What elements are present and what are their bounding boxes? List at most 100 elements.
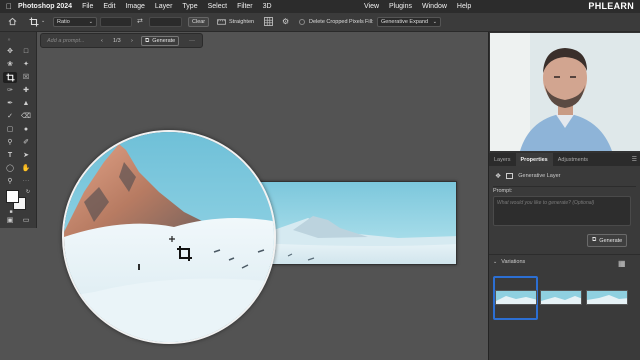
chevron-left-icon[interactable]: ‹ [101, 38, 103, 44]
generate-label: Generate [152, 38, 176, 44]
chevron-right-icon[interactable]: › [131, 38, 133, 44]
more-tools-icon[interactable]: ⋯ [19, 176, 33, 187]
eyedropper-icon[interactable]: ✑ [3, 85, 17, 96]
swap-colors-icon[interactable]: ↻ [21, 187, 35, 198]
delete-cropped-option: Delete Cropped Pixels [309, 17, 364, 27]
variations-label: Variations [501, 259, 526, 265]
generate-label: Generate [599, 237, 623, 244]
width-input[interactable] [100, 17, 132, 27]
menu-3d[interactable]: 3D [263, 3, 272, 10]
grid-view-icon[interactable]: ▦ [618, 259, 626, 268]
stamp-tool-icon[interactable]: ▲ [19, 98, 33, 109]
magnified-mountain-image [64, 132, 274, 342]
prompt-label: Prompt: [493, 188, 513, 194]
type-tool-icon[interactable]: T [3, 150, 17, 161]
tab-adjustments-label: Adjustments [557, 156, 588, 163]
fill-label-wrap: Fill: [365, 17, 374, 27]
home-icon[interactable] [8, 17, 17, 26]
variation-image [541, 291, 581, 304]
variation-thumbnail-2[interactable] [540, 290, 582, 305]
tab-layers[interactable]: Layers [489, 153, 516, 166]
prompt-textarea[interactable]: What would you like to generate? (Option… [493, 196, 631, 226]
ellipse-tool-icon[interactable]: ◯ [3, 163, 17, 174]
fill-select[interactable]: Generative Expand ⌄ [377, 17, 441, 27]
instructor-image [490, 33, 640, 151]
apple-icon[interactable]:  [0, 2, 18, 11]
crop-tool-icon[interactable] [3, 72, 17, 83]
menu-type[interactable]: Type [182, 3, 197, 10]
height-input[interactable] [149, 17, 182, 27]
history-brush-icon[interactable]: ✓ [3, 111, 17, 122]
prompt-label-row: Prompt: [493, 188, 512, 194]
grid-overlay-icon[interactable] [264, 17, 273, 26]
contextual-task-bar: Add a prompt... ‹ 1/3 › ⧉ Generate ··· [40, 33, 203, 48]
dodge-tool-icon[interactable]: ⚲ [3, 137, 17, 148]
ratio-label: Ratio [57, 19, 70, 25]
delete-cropped-checkbox[interactable] [299, 19, 305, 25]
variations-header[interactable]: ⌄ Variations [493, 259, 525, 265]
layer-type-label: Generative Layer [518, 173, 561, 179]
fill-label: Fill: [365, 19, 374, 25]
path-select-icon[interactable]: ➤ [19, 150, 33, 161]
variation-counter: 1/3 [113, 37, 121, 44]
clear-label: Clear [192, 19, 206, 25]
zoom-tool-icon[interactable]: ⚲ [3, 176, 17, 187]
healing-brush-icon[interactable]: ✚ [19, 85, 33, 96]
pen-tool-icon[interactable]: ✐ [19, 137, 33, 148]
variation-thumbnail-3[interactable] [586, 290, 628, 305]
panel-menu-icon[interactable]: ☰ [632, 156, 637, 163]
hand-tool-icon[interactable]: ✋ [19, 163, 33, 174]
brush-tool-icon[interactable]: ✒ [3, 98, 17, 109]
straighten-icon[interactable] [217, 18, 226, 26]
tab-properties[interactable]: Properties [515, 153, 553, 166]
artboard-tool-icon[interactable]: □ [19, 46, 33, 57]
menu-view[interactable]: View [364, 3, 379, 10]
menu-file[interactable]: File [82, 3, 93, 10]
gear-icon[interactable]: ⚙ [282, 17, 289, 26]
instructor-video [490, 33, 640, 151]
straighten-button[interactable]: Straighten [229, 17, 254, 27]
more-options-icon[interactable]: ··· [189, 38, 195, 44]
eraser-tool-icon[interactable]: ⌫ [19, 111, 33, 122]
generate-icon: ⧉ [145, 37, 150, 44]
swap-icon[interactable]: ⇄ [137, 17, 143, 25]
brand-logo: PHLEARN [588, 1, 634, 11]
frame-tool-icon[interactable]: ☒ [19, 72, 33, 83]
move-tool-icon[interactable]: ✥ [3, 46, 17, 57]
zoom-magnifier [62, 130, 276, 344]
tab-adjustments[interactable]: Adjustments [553, 153, 593, 166]
screen-mode-icon[interactable]: ▭ [19, 215, 33, 226]
blur-tool-icon[interactable]: ● [19, 124, 33, 135]
prompt-input[interactable]: Add a prompt... [47, 38, 85, 44]
menu-help[interactable]: Help [457, 3, 471, 10]
lasso-tool-icon[interactable]: ❀ [3, 59, 17, 70]
generative-layer-icon: ❖ [495, 173, 502, 180]
chevron-down-icon: ⌄ [432, 19, 437, 25]
tab-layers-label: Layers [494, 156, 511, 163]
variation-thumbnail-1[interactable] [495, 290, 537, 305]
ratio-select[interactable]: Ratio ⌄ [53, 17, 97, 27]
menu-filter[interactable]: Filter [237, 3, 253, 10]
collapse-icon[interactable]: » [2, 35, 16, 46]
generate-button[interactable]: ⧉ Generate [587, 234, 628, 247]
chevron-down-icon[interactable]: ⌄ [41, 18, 45, 24]
menu-plugins[interactable]: Plugins [389, 3, 412, 10]
generate-icon: ⧉ [592, 237, 597, 243]
gradient-tool-icon[interactable]: ▢ [3, 124, 17, 135]
crop-tool-icon[interactable] [29, 17, 39, 27]
tools-panel: » ✥ □ ❀ ✦ ☒ ✑ ✚ ✒ ▲ ✓ ⌫ ▢ ● ⚲ ✐ T ➤ ◯ ✋ … [0, 32, 37, 228]
menu-layer[interactable]: Layer [155, 3, 173, 10]
menu-edit[interactable]: Edit [103, 3, 115, 10]
divider [489, 254, 640, 255]
menu-select[interactable]: Select [208, 3, 227, 10]
menu-window[interactable]: Window [422, 3, 447, 10]
quick-mask-icon[interactable]: ▣ [3, 215, 17, 226]
layer-type-row: ❖ Generative Layer [495, 172, 560, 180]
clear-button[interactable]: Clear [188, 17, 210, 27]
magic-wand-icon[interactable]: ✦ [19, 59, 33, 70]
menu-image[interactable]: Image [125, 3, 144, 10]
generate-button[interactable]: ⧉ Generate [141, 36, 180, 46]
variation-image [587, 291, 627, 304]
menu-app-name[interactable]: Photoshop 2024 [18, 3, 72, 10]
tab-properties-label: Properties [520, 156, 548, 163]
